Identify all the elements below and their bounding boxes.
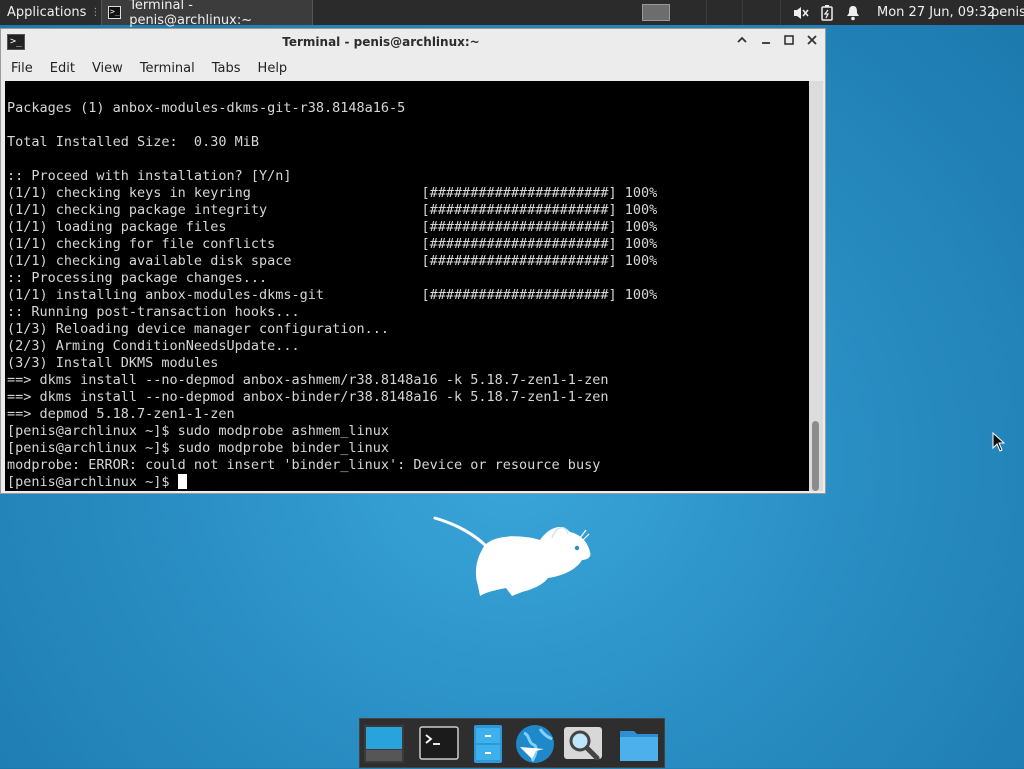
show-desktop-button[interactable] bbox=[363, 723, 405, 765]
search-icon bbox=[564, 727, 602, 761]
dock-app-finder-button[interactable] bbox=[562, 723, 604, 765]
window-title: Terminal - penis@archlinux:~ bbox=[282, 35, 480, 49]
separator-dots-icon: ⋮ bbox=[90, 7, 101, 18]
dock-file-manager-button[interactable] bbox=[466, 723, 508, 765]
chevron-up-icon bbox=[737, 36, 747, 43]
taskbar-terminal-label: Terminal - penis@archlinux:~ bbox=[129, 0, 253, 28]
menu-terminal[interactable]: Terminal bbox=[130, 61, 202, 76]
dock-web-browser-button[interactable] bbox=[514, 723, 556, 765]
dock-folder-button[interactable] bbox=[618, 723, 660, 765]
volume-muted-icon[interactable] bbox=[792, 0, 810, 25]
menu-edit[interactable]: Edit bbox=[40, 61, 82, 76]
scrollbar-thumb[interactable] bbox=[812, 421, 819, 491]
menu-file[interactable]: File bbox=[1, 61, 40, 76]
close-icon bbox=[807, 35, 817, 45]
maximize-button[interactable] bbox=[780, 33, 798, 51]
top-panel: Applications ⋮ >_ Terminal - penis@archl… bbox=[0, 0, 1024, 28]
web-browser-icon bbox=[516, 725, 554, 763]
show-desktop-icon bbox=[364, 725, 404, 763]
terminal-output[interactable]: Packages (1) anbox-modules-dkms-git-r38.… bbox=[5, 81, 809, 491]
menu-help[interactable]: Help bbox=[248, 61, 295, 76]
menu-bar: File Edit View Terminal Tabs Help bbox=[1, 56, 825, 80]
applications-label: Applications bbox=[7, 5, 87, 20]
power-manager-icon[interactable] bbox=[820, 0, 834, 25]
terminal-cursor bbox=[177, 474, 187, 489]
shade-button[interactable] bbox=[733, 33, 751, 51]
close-button[interactable] bbox=[803, 33, 821, 51]
terminal-text: Packages (1) anbox-modules-dkms-git-r38.… bbox=[7, 100, 658, 490]
taskbar-terminal-button[interactable]: >_ Terminal - penis@archlinux:~ bbox=[101, 0, 313, 28]
xfce-mouse-logo-icon bbox=[433, 516, 591, 596]
dock bbox=[359, 718, 665, 768]
notifications-bell-icon[interactable] bbox=[846, 0, 860, 25]
terminal-window: >_ Terminal - penis@archlinux:~ File Edi… bbox=[0, 28, 826, 494]
clock[interactable]: Mon 27 Jun, 09:32 bbox=[877, 0, 995, 25]
window-titlebar[interactable]: >_ Terminal - penis@archlinux:~ bbox=[1, 29, 825, 55]
mouse-pointer-icon bbox=[992, 432, 1006, 452]
terminal-icon: >_ bbox=[108, 6, 122, 19]
dock-terminal-button[interactable] bbox=[418, 723, 460, 765]
workspace-1[interactable] bbox=[642, 4, 670, 21]
minimize-icon bbox=[762, 42, 770, 44]
user-menu[interactable]: penis bbox=[991, 0, 1024, 25]
workspace-switcher[interactable] bbox=[642, 0, 670, 25]
menu-tabs[interactable]: Tabs bbox=[202, 61, 248, 76]
folder-icon bbox=[620, 731, 658, 761]
menu-view[interactable]: View bbox=[82, 61, 130, 76]
maximize-icon bbox=[784, 35, 794, 45]
minimize-button[interactable] bbox=[757, 33, 775, 51]
terminal-icon bbox=[419, 726, 459, 760]
scrollbar[interactable] bbox=[809, 81, 823, 491]
applications-menu[interactable]: Applications ⋮ bbox=[0, 0, 100, 25]
file-manager-icon bbox=[474, 725, 502, 763]
